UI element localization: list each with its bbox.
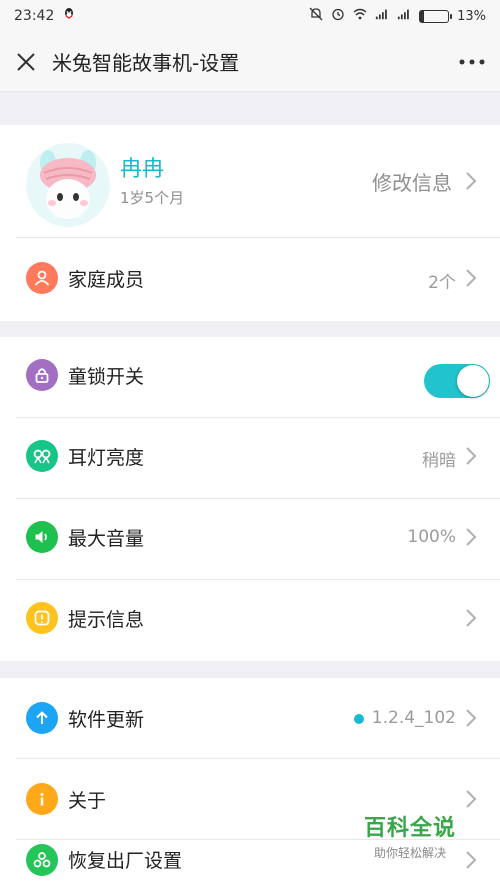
update-dot	[354, 714, 364, 724]
max-volume-label: 最大音量	[68, 528, 145, 550]
wifi-icon	[353, 7, 367, 25]
title-bar: 米兔智能故事机-设置	[0, 32, 500, 92]
child-lock-row: 童锁开关	[0, 337, 500, 417]
speaker-icon	[26, 521, 58, 553]
watermark-title: 百科全说	[363, 816, 456, 841]
status-bar: 23:42 13%	[0, 0, 500, 32]
mute-icon	[309, 7, 323, 25]
page-title: 米兔智能故事机-设置	[52, 51, 240, 75]
battery-percent: 13%	[457, 8, 486, 24]
family-label: 家庭成员	[68, 269, 145, 291]
watermark: 百科全说 助你轻松解决	[354, 810, 466, 861]
more-button[interactable]	[444, 32, 500, 92]
info-icon	[26, 783, 58, 815]
profile-section: 冉冉 1岁5个月 修改信息 家庭成员 2个	[0, 125, 500, 321]
chevron-right-icon	[466, 790, 477, 808]
software-update-label: 软件更新	[68, 709, 145, 731]
profile-name: 冉冉	[120, 157, 165, 182]
about-label: 关于	[68, 790, 107, 812]
chevron-right-icon	[466, 269, 477, 287]
ear-light-row[interactable]: 耳灯亮度 稍暗	[0, 418, 500, 498]
ear-light-value: 稍暗	[422, 451, 456, 471]
child-lock-toggle[interactable]	[424, 364, 490, 398]
lock-icon	[26, 359, 58, 391]
chevron-right-icon	[466, 447, 477, 465]
alarm-icon	[331, 7, 345, 25]
family-row[interactable]: 家庭成员 2个	[0, 238, 500, 318]
prompt-info-row[interactable]: 提示信息	[0, 580, 500, 660]
reset-icon	[26, 844, 58, 876]
chevron-right-icon	[466, 709, 477, 727]
person-icon	[26, 262, 58, 294]
message-icon	[26, 602, 58, 634]
battery-fill	[420, 10, 424, 22]
chevron-right-icon	[466, 851, 477, 869]
chevron-right-icon	[466, 609, 477, 627]
prompt-info-label: 提示信息	[68, 609, 145, 631]
software-update-row[interactable]: 软件更新 1.2.4_102	[0, 678, 500, 758]
close-icon	[17, 52, 35, 71]
signal-icon	[397, 7, 411, 25]
max-volume-row[interactable]: 最大音量 100%	[0, 499, 500, 579]
status-time: 23:42	[14, 8, 55, 24]
factory-reset-label: 恢复出厂设置	[68, 850, 183, 872]
max-volume-value: 100%	[407, 527, 456, 547]
family-count: 2个	[428, 273, 456, 293]
arrow-up-icon	[26, 702, 58, 734]
toggle-knob	[457, 365, 489, 397]
ear-light-icon	[26, 440, 58, 472]
signal-icon	[375, 7, 389, 25]
settings-section: 童锁开关 耳灯亮度 稍暗 最大音量 100% 提示信息	[0, 337, 500, 661]
more-icon	[459, 59, 485, 64]
avatar[interactable]	[26, 143, 110, 227]
qq-icon	[62, 7, 76, 25]
close-button[interactable]	[0, 32, 52, 92]
battery-icon	[419, 9, 453, 23]
edit-info-link[interactable]: 修改信息	[372, 167, 452, 196]
profile-row[interactable]: 冉冉 1岁5个月 修改信息	[0, 125, 500, 237]
chevron-right-icon	[466, 172, 477, 190]
watermark-subtitle: 助你轻松解决	[373, 846, 446, 860]
software-version: 1.2.4_102	[371, 708, 456, 728]
ear-light-label: 耳灯亮度	[68, 447, 145, 469]
child-lock-label: 童锁开关	[68, 366, 145, 388]
profile-age: 1岁5个月	[120, 189, 185, 207]
chevron-right-icon	[466, 528, 477, 546]
